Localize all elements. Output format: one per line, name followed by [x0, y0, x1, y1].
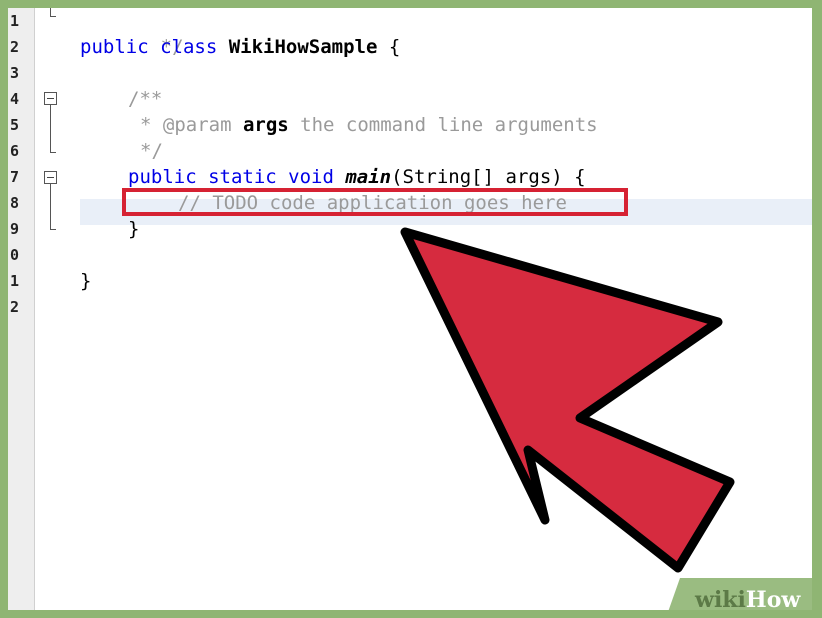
frame-border: [0, 0, 822, 8]
frame-border: [0, 0, 8, 618]
screenshot-frame: 1 2 3 4 5 6 7 8 9 0 1 2 */ public class …: [0, 0, 822, 618]
arrow-shape: [400, 227, 735, 573]
frame-border: [0, 610, 822, 618]
frame-border: [812, 0, 822, 618]
pointer-arrow-icon: [400, 227, 735, 573]
